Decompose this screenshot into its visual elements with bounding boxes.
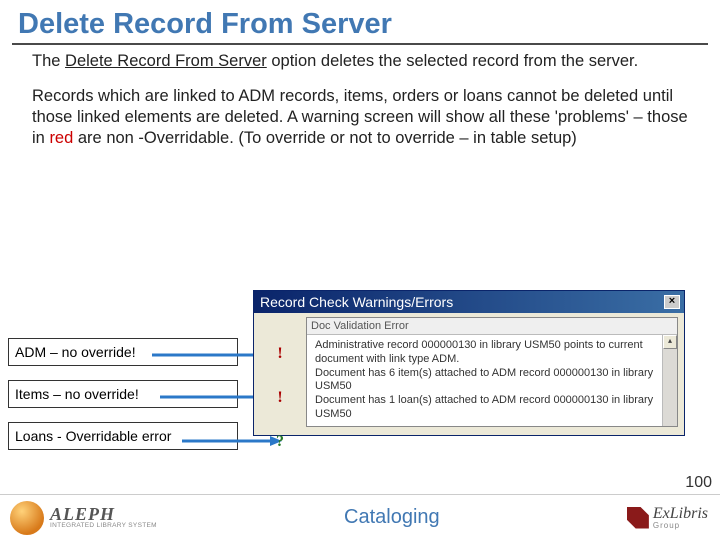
aleph-logo: ALEPH INTEGRATED LIBRARY SYSTEM — [0, 501, 157, 535]
aleph-sub: INTEGRATED LIBRARY SYSTEM — [50, 523, 157, 530]
scrollbar[interactable]: ▴ — [662, 335, 677, 426]
page-number: 100 — [685, 474, 712, 492]
body-text: The Delete Record From Server option del… — [0, 45, 720, 149]
footer: ALEPH INTEGRATED LIBRARY SYSTEM Catalogi… — [0, 494, 720, 540]
msg-row: Document has 6 item(s) attached to ADM r… — [315, 367, 658, 395]
severity-icons: ! ! ? — [266, 341, 294, 451]
msg-row: Administrative record 000000130 in libra… — [315, 339, 658, 367]
para1-pre: The — [32, 52, 65, 70]
screenshot-area: ADM – no override! Items – no override! … — [0, 290, 720, 492]
panel-header: Doc Validation Error — [307, 318, 677, 335]
validation-panel: Doc Validation Error Administrative reco… — [306, 317, 678, 427]
exlibris-icon — [627, 507, 649, 529]
question-icon: ? — [276, 433, 284, 451]
warnings-dialog: Record Check Warnings/Errors × ! ! ? Doc… — [253, 290, 685, 436]
scroll-up-icon[interactable]: ▴ — [663, 335, 677, 349]
dialog-body: ! ! ? Doc Validation Error Administrativ… — [254, 313, 684, 435]
aleph-orb-icon — [10, 501, 44, 535]
para2-red: red — [49, 129, 73, 147]
exlibris-sub: Group — [653, 522, 708, 530]
para1-post: option deletes the selected record from … — [267, 52, 638, 70]
exclaim-icon: ! — [277, 345, 282, 363]
exlibris-logo: ExLibris Group — [627, 506, 720, 530]
footer-center: Cataloging — [157, 506, 627, 529]
dialog-titlebar[interactable]: Record Check Warnings/Errors × — [254, 291, 684, 313]
exlibris-name: ExLibris — [653, 506, 708, 522]
page-title: Delete Record From Server — [0, 0, 720, 43]
messages: Administrative record 000000130 in libra… — [307, 335, 662, 426]
msg-row: Document has 1 loan(s) attached to ADM r… — [315, 394, 658, 422]
close-icon[interactable]: × — [664, 295, 680, 309]
exclaim-icon: ! — [277, 389, 282, 407]
para1-underline: Delete Record From Server — [65, 52, 267, 70]
aleph-name: ALEPH — [50, 505, 157, 523]
para2-b: are non -Overridable. (To override or no… — [73, 129, 577, 147]
dialog-title: Record Check Warnings/Errors — [260, 294, 453, 310]
